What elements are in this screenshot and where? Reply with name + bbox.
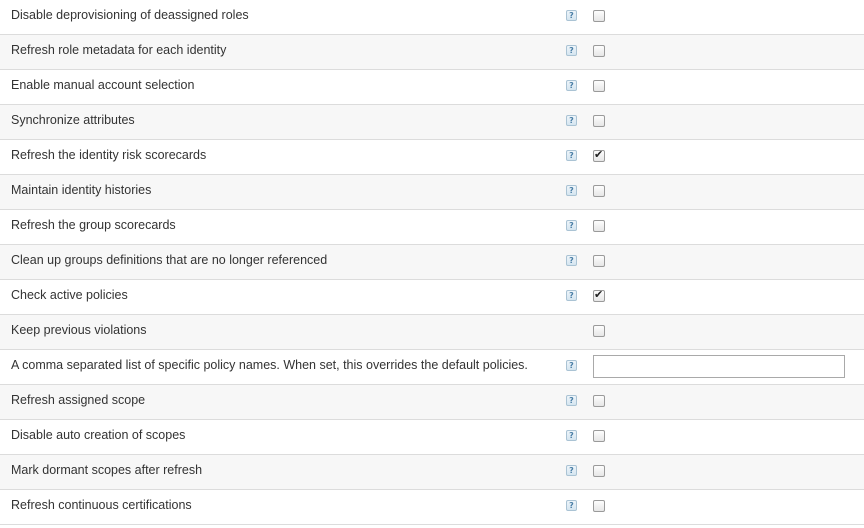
checkbox[interactable] [593,220,605,232]
task-options-list: Disable deprovisioning of deassigned rol… [0,0,864,525]
checkbox[interactable] [593,185,605,197]
help-icon[interactable]: ? [566,430,577,441]
checkbox[interactable] [593,45,605,57]
help-icon[interactable]: ? [566,115,577,126]
checkbox[interactable] [593,325,605,337]
option-label: A comma separated list of specific polic… [11,358,528,372]
checkbox[interactable] [593,80,605,92]
option-label: Refresh the identity risk scorecards [11,148,207,162]
option-label: Disable deprovisioning of deassigned rol… [11,8,249,22]
checkmark-icon: ✔ [594,148,604,161]
option-label: Disable auto creation of scopes [11,428,186,442]
option-label: Clean up groups definitions that are no … [11,253,328,267]
help-icon[interactable]: ? [566,360,577,371]
help-icon[interactable]: ? [566,465,577,476]
checkbox[interactable] [593,10,605,22]
option-label: Refresh continuous certifications [11,498,192,512]
option-row: Maintain identity histories? [0,175,864,210]
option-row: Disable auto creation of scopes? [0,420,864,455]
option-label: Refresh assigned scope [11,393,146,407]
checkbox[interactable] [593,255,605,267]
checkbox[interactable] [593,395,605,407]
help-icon[interactable]: ? [566,10,577,21]
option-label: Enable manual account selection [11,78,195,92]
policy-names-input[interactable] [593,355,845,378]
checkbox[interactable] [593,500,605,512]
help-icon[interactable]: ? [566,220,577,231]
option-row: Refresh assigned scope? [0,385,864,420]
option-label: Synchronize attributes [11,113,135,127]
option-label: Check active policies [11,288,128,302]
option-row: Synchronize attributes? [0,105,864,140]
help-icon[interactable]: ? [566,185,577,196]
option-row: A comma separated list of specific polic… [0,350,864,385]
checkbox[interactable] [593,465,605,477]
help-icon[interactable]: ? [566,45,577,56]
checkbox-checked[interactable]: ✔ [593,288,605,302]
checkbox[interactable] [593,430,605,442]
option-label: Keep previous violations [11,323,147,337]
option-label: Mark dormant scopes after refresh [11,463,203,477]
option-row: Refresh the group scorecards? [0,210,864,245]
option-row: Keep previous violations [0,315,864,350]
option-label: Refresh role metadata for each identity [11,43,227,57]
option-label: Maintain identity histories [11,183,152,197]
help-icon[interactable]: ? [566,395,577,406]
help-icon[interactable]: ? [566,255,577,266]
help-icon[interactable]: ? [566,290,577,301]
help-icon[interactable]: ? [566,80,577,91]
option-row: Enable manual account selection? [0,70,864,105]
option-label: Refresh the group scorecards [11,218,176,232]
option-row: Mark dormant scopes after refresh? [0,455,864,490]
checkbox[interactable] [593,115,605,127]
option-row: Refresh the identity risk scorecards? ✔ [0,140,864,175]
checkbox-checked[interactable]: ✔ [593,148,605,162]
option-row: Refresh role metadata for each identity? [0,35,864,70]
option-row: Check active policies? ✔ [0,280,864,315]
help-icon[interactable]: ? [566,150,577,161]
help-icon[interactable]: ? [566,500,577,511]
option-row: Refresh continuous certifications? [0,490,864,525]
option-row: Disable deprovisioning of deassigned rol… [0,0,864,35]
checkmark-icon: ✔ [594,288,604,301]
option-row: Clean up groups definitions that are no … [0,245,864,280]
